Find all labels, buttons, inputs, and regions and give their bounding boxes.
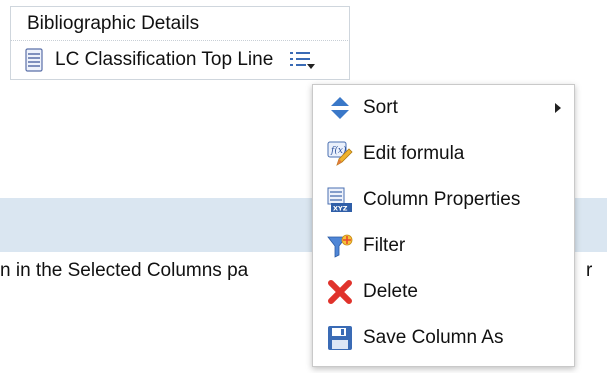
edit-formula-icon: f(x): [327, 141, 353, 166]
column-icon: [25, 48, 43, 72]
section-header: Bibliographic Details: [10, 6, 350, 40]
menu-item-label: Column Properties: [363, 189, 521, 210]
column-label: LC Classification Top Line: [55, 49, 274, 70]
delete-icon: [328, 280, 352, 304]
menu-item-sort[interactable]: Sort: [313, 85, 574, 131]
menu-item-label: Delete: [363, 281, 418, 302]
section-header-title: Bibliographic Details: [27, 13, 200, 34]
filter-icon: [327, 234, 353, 258]
menu-item-label: Sort: [363, 97, 398, 118]
menu-item-edit-formula[interactable]: f(x) Edit formula: [313, 131, 574, 177]
instruction-text-tail: r: [586, 260, 593, 281]
column-properties-icon: XYZ: [327, 187, 352, 213]
sort-icon: [331, 97, 349, 119]
column-context-menu: Sort f(x) Edit formula XYZ Column Proper…: [312, 84, 575, 367]
menu-item-label: Filter: [363, 235, 406, 256]
submenu-arrow-icon: [555, 103, 561, 113]
menu-item-delete[interactable]: Delete: [313, 269, 574, 315]
column-menu-icon[interactable]: [289, 49, 316, 71]
menu-item-filter[interactable]: Filter: [313, 223, 574, 269]
menu-item-label: Edit formula: [363, 143, 465, 164]
selected-column-row[interactable]: LC Classification Top Line: [10, 40, 350, 80]
instruction-text: n in the Selected Columns pa: [0, 260, 249, 281]
svg-text:XYZ: XYZ: [333, 205, 348, 213]
save-icon: [328, 326, 352, 350]
menu-item-column-properties[interactable]: XYZ Column Properties: [313, 177, 574, 223]
menu-item-save-column-as[interactable]: Save Column As: [313, 315, 574, 361]
menu-item-label: Save Column As: [363, 327, 504, 348]
